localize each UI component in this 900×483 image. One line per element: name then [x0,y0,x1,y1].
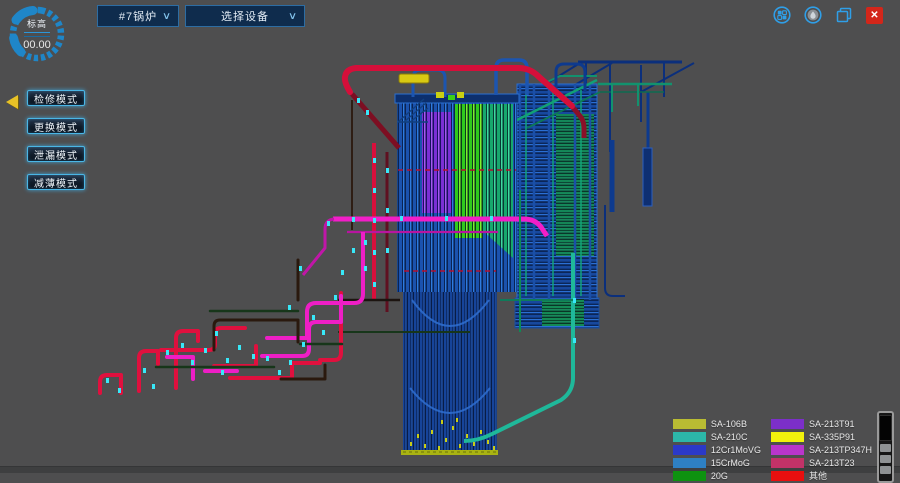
legend-scrollbar[interactable] [877,411,894,483]
chevron-down-icon: ∨ [162,11,172,22]
mode-button-overhaul[interactable]: 检修模式 [27,90,85,106]
legend-swatch [771,445,804,455]
legend-swatch [673,471,706,481]
chevron-down-icon: ∨ [288,11,298,22]
lower-column [401,292,498,455]
gauge-value: 00.00 [23,39,51,51]
boiler-3d-app: { "gauge": {"label": "标高", "value": "00.… [0,0,900,473]
legend-swatch [771,458,804,468]
gauge-divider [24,32,50,37]
legend-swatch [771,419,804,429]
mode-button-replace[interactable]: 更换模式 [27,118,85,134]
legend-label: 20G [711,471,728,481]
legend-item: 15CrMoG [673,456,761,469]
collapse-panel-icon[interactable] [6,95,18,109]
droplet-icon[interactable] [804,6,822,24]
close-icon: ✕ [870,10,878,21]
legend-swatch [771,432,804,442]
mode-button-leak[interactable]: 泄漏模式 [27,146,85,162]
boiler-3d-view[interactable] [0,0,900,473]
legend-label: SA-335P91 [809,432,855,442]
legend-item: 12Cr1MoVG [673,443,761,456]
legend-swatch [673,432,706,442]
legend-label: SA-210C [711,432,748,442]
dashboard-icon[interactable] [773,6,791,24]
legend-label: SA-213T23 [809,458,855,468]
legend-item: SA-213T23 [771,456,872,469]
legend-label: 其他 [809,469,827,482]
legend-item: SA-335P91 [771,430,872,443]
mode-buttons: 检修模式 更换模式 泄漏模式 减薄模式 [27,90,85,190]
legend-label: SA-106B [711,419,747,429]
scrollbar-button[interactable] [880,444,891,452]
furnace-body [395,94,519,292]
legend-label: SA-213TP347H [809,445,872,455]
legend-item: SA-106B [673,417,761,430]
legend-label: SA-213T91 [809,419,855,429]
left-riser-pipes [338,100,400,312]
boiler-select-dropdown[interactable]: #7锅炉 ∨ [97,5,179,27]
legend-label: 12Cr1MoVG [711,445,761,455]
legend-item: 其他 [771,469,872,482]
legend-swatch [673,458,706,468]
layers-icon[interactable] [835,6,853,24]
scrollbar-button[interactable] [880,455,891,463]
legend-item: SA-213TP347H [771,443,872,456]
gauge-label: 标高 [27,17,47,30]
boiler-select-value: #7锅炉 [119,8,157,24]
legend-swatch [673,419,706,429]
window-controls: ✕ [773,6,883,24]
legend-item: 20G [673,469,761,482]
device-select-dropdown[interactable]: 选择设备 ∨ [185,5,305,27]
legend-item: SA-210C [673,430,761,443]
material-legend: SA-106B SA-210C 12Cr1MoVG 15CrMoG 20G SA… [673,417,872,482]
elevation-gauge: 标高 00.00 [5,2,69,66]
legend-swatch [771,471,804,481]
legend-swatch [673,445,706,455]
boiler-model-svg [0,0,900,473]
rear-pass-section [515,80,600,328]
close-button[interactable]: ✕ [866,7,883,24]
scrollbar-thumb[interactable] [879,415,892,441]
mode-button-thinning[interactable]: 减薄模式 [27,174,85,190]
legend-item: SA-213T91 [771,417,872,430]
device-select-value: 选择设备 [221,8,269,24]
legend-label: 15CrMoG [711,458,750,468]
